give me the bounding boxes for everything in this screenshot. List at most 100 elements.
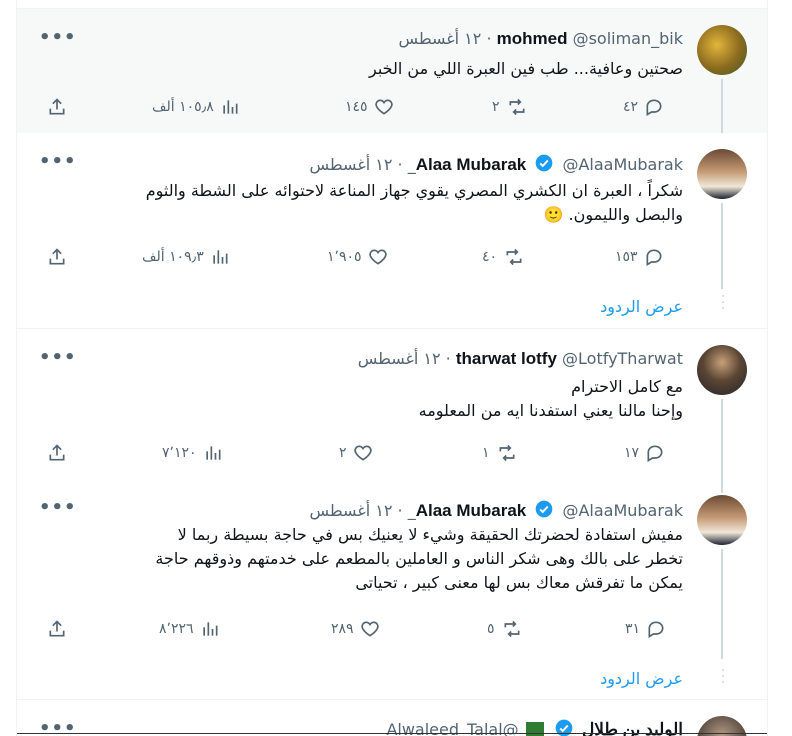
author-handle[interactable]: @soliman_bik bbox=[573, 29, 683, 48]
share-icon bbox=[49, 248, 65, 265]
reply-icon bbox=[646, 249, 662, 266]
tweet-text: شكراً ، العبرة ان الكشري المصري يقوي جها… bbox=[43, 179, 683, 227]
views-button[interactable]: ١٠٩٫٣ ألف bbox=[142, 247, 230, 267]
bar-chart-icon bbox=[205, 446, 221, 460]
thread-line bbox=[721, 549, 723, 659]
views-count: ٧٬١٢٠ bbox=[162, 445, 197, 461]
tweet-4[interactable]: Alaa Mubarak @AlaaMubarak_ · ١٢ أغسطس ••… bbox=[17, 479, 767, 699]
replies-count: ٤٢ bbox=[623, 99, 639, 115]
heart-icon bbox=[353, 445, 372, 461]
author-name[interactable]: mohmed bbox=[497, 29, 568, 48]
reply-icon bbox=[648, 621, 664, 638]
more-icon[interactable]: ••• bbox=[39, 151, 77, 172]
tweet-text-line: وإحنا مالنا يعني استفدنا ايه من المعلومه bbox=[418, 401, 683, 420]
likes-count: ١٬٩٠٥ bbox=[327, 249, 362, 265]
tweet-5[interactable]: الوليد بن طلال @Alwaleed_Talal ••• bbox=[17, 700, 767, 736]
retweets-count: ٥ bbox=[487, 621, 495, 637]
share-icon bbox=[49, 444, 65, 461]
tweet-text-line: مفيش استفادة لحضرتك الحقيقة وشيء لا يعني… bbox=[177, 525, 683, 544]
tweet-time[interactable]: ١٢ أغسطس bbox=[310, 155, 393, 174]
views-count: ٨٬٢٢٦ bbox=[159, 621, 194, 637]
bar-chart-icon bbox=[223, 100, 238, 114]
share-button[interactable] bbox=[47, 247, 67, 267]
like-button[interactable]: ١٤٥ bbox=[345, 97, 394, 117]
reply-button[interactable]: ٤٢ bbox=[623, 97, 664, 117]
avatar[interactable] bbox=[697, 495, 747, 545]
avatar[interactable] bbox=[697, 149, 747, 199]
avatar[interactable] bbox=[697, 25, 747, 75]
verified-badge-icon bbox=[534, 153, 554, 178]
tweet-actions: ١٠٥٫٨ ألف ١٤٥ ٢ ٤٢ bbox=[17, 97, 767, 119]
author-name[interactable]: Alaa Mubarak bbox=[416, 155, 527, 174]
tweet-text-line: شكراً ، العبرة ان الكشري المصري يقوي جها… bbox=[145, 181, 683, 200]
retweet-icon bbox=[509, 98, 525, 116]
more-icon[interactable]: ••• bbox=[39, 347, 77, 368]
more-icon[interactable]: ••• bbox=[39, 27, 77, 48]
author-name[interactable]: Alaa Mubarak bbox=[416, 501, 527, 520]
likes-count: ٢ bbox=[339, 445, 347, 461]
likes-count: ٢٨٩ bbox=[331, 621, 354, 637]
views-button[interactable]: ١٠٥٫٨ ألف bbox=[152, 97, 240, 117]
reply-button[interactable]: ١٥٣ bbox=[615, 247, 664, 267]
share-button[interactable] bbox=[47, 619, 67, 639]
reply-button[interactable]: ٣١ bbox=[625, 619, 666, 639]
retweet-button[interactable]: ١ bbox=[482, 443, 518, 463]
views-count: ١٠٩٫٣ ألف bbox=[142, 249, 204, 265]
tweet-header: Alaa Mubarak @AlaaMubarak_ · ١٢ أغسطس bbox=[310, 153, 683, 178]
heart-icon bbox=[360, 621, 379, 637]
tweet-text-line: والبصل والليمون. 🙂 bbox=[543, 205, 683, 224]
dot-separator: · bbox=[397, 501, 403, 520]
retweet-icon bbox=[499, 444, 515, 462]
heart-icon bbox=[368, 249, 387, 265]
share-icon bbox=[49, 98, 65, 115]
retweets-count: ٤٠ bbox=[482, 249, 498, 265]
retweets-count: ٢ bbox=[492, 99, 500, 115]
retweet-button[interactable]: ٤٠ bbox=[482, 247, 525, 267]
thread-dots bbox=[722, 295, 724, 309]
reply-icon bbox=[647, 445, 663, 462]
views-count: ١٠٥٫٨ ألف bbox=[152, 99, 214, 115]
author-name[interactable]: tharwat lotfy bbox=[456, 349, 557, 368]
tweet-actions: ٨٬٢٢٦ ٢٨٩ ٥ ٣١ bbox=[17, 619, 767, 641]
tweet-2[interactable]: Alaa Mubarak @AlaaMubarak_ · ١٢ أغسطس ••… bbox=[17, 133, 767, 327]
dot-separator: · bbox=[445, 349, 451, 368]
tweet-3[interactable]: tharwat lotfy @LotfyTharwat · ١٢ أغسطس •… bbox=[17, 329, 767, 493]
likes-count: ١٤٥ bbox=[345, 99, 368, 115]
dot-separator: · bbox=[397, 155, 403, 174]
more-icon[interactable]: ••• bbox=[39, 497, 77, 518]
views-button[interactable]: ٧٬١٢٠ bbox=[162, 443, 223, 463]
bar-chart-icon bbox=[202, 622, 218, 636]
like-button[interactable]: ٢ bbox=[339, 443, 373, 463]
timeline-column: mohmed @soliman_bik · ١٢ أغسطس ••• صحتين… bbox=[16, 0, 768, 736]
tweet-time[interactable]: ١٢ أغسطس bbox=[398, 29, 481, 48]
thread-line bbox=[721, 203, 723, 289]
tweet-actions: ٧٬١٢٠ ٢ ١ ١٧ bbox=[17, 443, 767, 465]
replies-count: ١٧ bbox=[624, 445, 640, 461]
avatar[interactable] bbox=[697, 345, 747, 395]
like-button[interactable]: ٢٨٩ bbox=[331, 619, 380, 639]
retweet-button[interactable]: ٢ bbox=[492, 97, 528, 117]
thread-dots bbox=[722, 669, 724, 683]
tweet-text: صحتين وعافية... طب فين العبرة اللي من ال… bbox=[369, 59, 683, 78]
retweet-button[interactable]: ٥ bbox=[487, 619, 523, 639]
author-handle[interactable]: @LotfyTharwat bbox=[562, 349, 683, 368]
tweet-text-line: مع كامل الاحترام bbox=[571, 377, 683, 396]
retweets-count: ١ bbox=[482, 445, 490, 461]
views-button[interactable]: ٨٬٢٢٦ bbox=[159, 619, 220, 639]
share-button[interactable] bbox=[47, 443, 67, 463]
tweet-time[interactable]: ١٢ أغسطس bbox=[358, 349, 441, 368]
tweet-1[interactable]: mohmed @soliman_bik · ١٢ أغسطس ••• صحتين… bbox=[17, 9, 767, 133]
share-button[interactable] bbox=[47, 97, 67, 117]
reply-icon bbox=[646, 99, 662, 116]
show-replies-link[interactable]: عرض الردود bbox=[600, 297, 683, 316]
show-replies-link[interactable]: عرض الردود bbox=[600, 669, 683, 688]
tweet-actions: ١٠٩٫٣ ألف ١٬٩٠٥ ٤٠ ١٥٣ bbox=[17, 247, 767, 269]
like-button[interactable]: ١٬٩٠٥ bbox=[327, 247, 388, 267]
retweet-icon bbox=[506, 248, 522, 266]
tweet-header: tharwat lotfy @LotfyTharwat · ١٢ أغسطس bbox=[358, 349, 683, 369]
tweet-time[interactable]: ١٢ أغسطس bbox=[310, 501, 393, 520]
tweet-text-line: تخطر على بالك وهى شكر الناس و العاملين ب… bbox=[155, 549, 683, 568]
tweet-header: Alaa Mubarak @AlaaMubarak_ · ١٢ أغسطس bbox=[310, 499, 683, 524]
heart-icon bbox=[374, 99, 393, 115]
reply-button[interactable]: ١٧ bbox=[624, 443, 665, 463]
